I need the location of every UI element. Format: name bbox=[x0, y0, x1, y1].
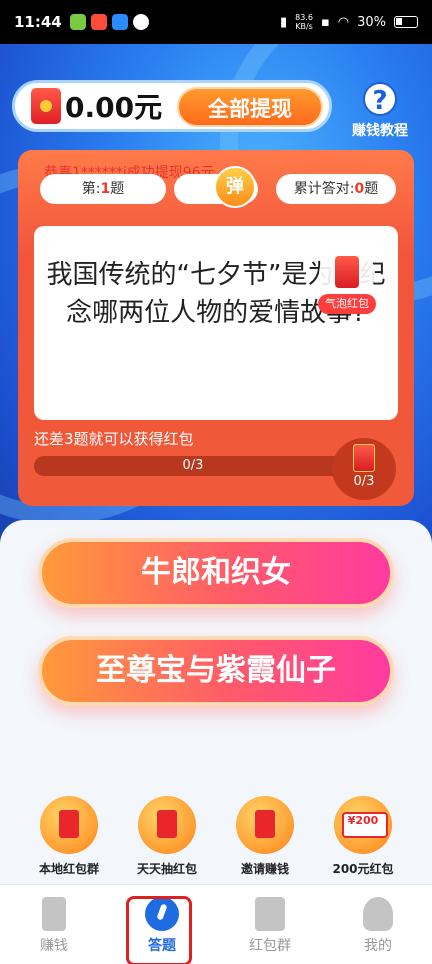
answer-section: 牛郎和织女 至尊宝与紫霞仙子 本地红包群 天天抽红包 邀请赚钱 ¥200 200… bbox=[0, 520, 432, 884]
feature-label: 本地红包群 bbox=[38, 862, 99, 876]
question-index-suffix: 题 bbox=[110, 181, 125, 197]
answer-option-button[interactable]: 牛郎和织女 bbox=[38, 538, 394, 608]
progress-value: 0/3 bbox=[182, 458, 204, 473]
nav-quiz-highlight bbox=[126, 896, 192, 964]
bottom-nav: 赚钱 答题 红包群 我的 bbox=[0, 884, 432, 964]
app-notification-icon bbox=[111, 14, 128, 30]
app-notification-icon bbox=[69, 14, 86, 30]
withdraw-all-button[interactable]: 全部提现 bbox=[177, 87, 323, 127]
status-bar: 11:44 ▮ 83.6 KB/s ▪ ◠ 30% bbox=[0, 0, 432, 44]
progress-reward-button[interactable]: 0/3 bbox=[332, 438, 396, 500]
person-icon bbox=[363, 897, 393, 931]
battery-icon bbox=[394, 16, 418, 28]
nav-red-envelope-group[interactable]: 红包群 bbox=[230, 897, 310, 955]
vibrate-icon: ▮ bbox=[279, 14, 288, 30]
feature-label: 天天抽红包 bbox=[136, 862, 197, 876]
progress-hint: 还差3题就可以获得红包 bbox=[34, 430, 194, 448]
coupon-text: ¥200 bbox=[347, 814, 379, 827]
wifi-icon: ◠ bbox=[337, 14, 350, 30]
bubble-red-envelope-button[interactable]: 气泡红包 bbox=[314, 246, 380, 320]
question-index-value: 1 bbox=[100, 181, 111, 197]
red-envelope-group-icon bbox=[40, 796, 98, 854]
earning-tutorial-label: 赚钱教程 bbox=[352, 123, 408, 139]
correct-count-prefix: 累计答对: bbox=[293, 181, 355, 197]
earning-tutorial-button[interactable]: ? 赚钱教程 bbox=[340, 82, 420, 140]
question-icon: ? bbox=[363, 82, 397, 116]
feature-local-group[interactable]: 本地红包群 bbox=[24, 796, 114, 877]
feature-daily-draw[interactable]: 天天抽红包 bbox=[122, 796, 212, 877]
reward-count: 0/3 bbox=[353, 474, 375, 489]
feature-row: 本地红包群 天天抽红包 邀请赚钱 ¥200 200元红包 bbox=[24, 796, 408, 877]
question-index-prefix: 第: bbox=[81, 181, 101, 197]
feature-invite[interactable]: 邀请赚钱 bbox=[220, 796, 310, 877]
app-notification-icon bbox=[90, 14, 107, 30]
answer-option-button[interactable]: 至尊宝与紫霞仙子 bbox=[38, 636, 394, 706]
status-time: 11:44 bbox=[14, 13, 62, 31]
red-envelope-icon bbox=[31, 88, 61, 124]
lucky-draw-icon bbox=[138, 796, 196, 854]
progress-bar: 0/3 bbox=[34, 456, 352, 476]
net-speed-value: 83.6 bbox=[295, 13, 313, 22]
nav-earn[interactable]: 赚钱 bbox=[14, 897, 94, 955]
coupon-icon: ¥200 bbox=[334, 796, 392, 854]
nav-label: 我的 bbox=[364, 938, 392, 954]
net-speed-unit: KB/s bbox=[295, 22, 313, 31]
app-notification-icon bbox=[132, 14, 149, 30]
bubble-red-envelope-label: 气泡红包 bbox=[318, 294, 376, 314]
question-index-pill: 第:1题 bbox=[40, 174, 166, 204]
nav-label: 赚钱 bbox=[40, 938, 68, 954]
notification-icons bbox=[69, 14, 149, 30]
wallet-bar: 0.00元 全部提现 bbox=[12, 80, 332, 132]
invite-icon bbox=[236, 796, 294, 854]
battery-icon bbox=[42, 897, 66, 931]
feature-label: 200元红包 bbox=[332, 862, 394, 876]
correct-count-suffix: 题 bbox=[364, 181, 379, 197]
correct-count-value: 0 bbox=[354, 181, 365, 197]
bag-icon bbox=[255, 897, 285, 931]
question-card: 恭喜1******j成功提现96元 第:1题 弹 累计答对:0题 我国传统的“七… bbox=[18, 150, 414, 506]
feature-200-envelope[interactable]: ¥200 200元红包 bbox=[318, 796, 408, 877]
wallet-balance: 0.00元 bbox=[65, 91, 163, 124]
nav-mine[interactable]: 我的 bbox=[338, 897, 418, 955]
net-speed: 83.6 KB/s bbox=[295, 13, 313, 31]
danmu-toggle-button[interactable]: 弹 bbox=[214, 166, 256, 208]
correct-count-pill: 累计答对:0题 bbox=[276, 174, 396, 204]
sim-icon: ▪ bbox=[320, 14, 330, 30]
nav-label: 红包群 bbox=[249, 938, 291, 954]
reward-envelope-icon bbox=[353, 444, 375, 472]
feature-label: 邀请赚钱 bbox=[240, 862, 289, 876]
battery-percent: 30% bbox=[357, 14, 386, 30]
